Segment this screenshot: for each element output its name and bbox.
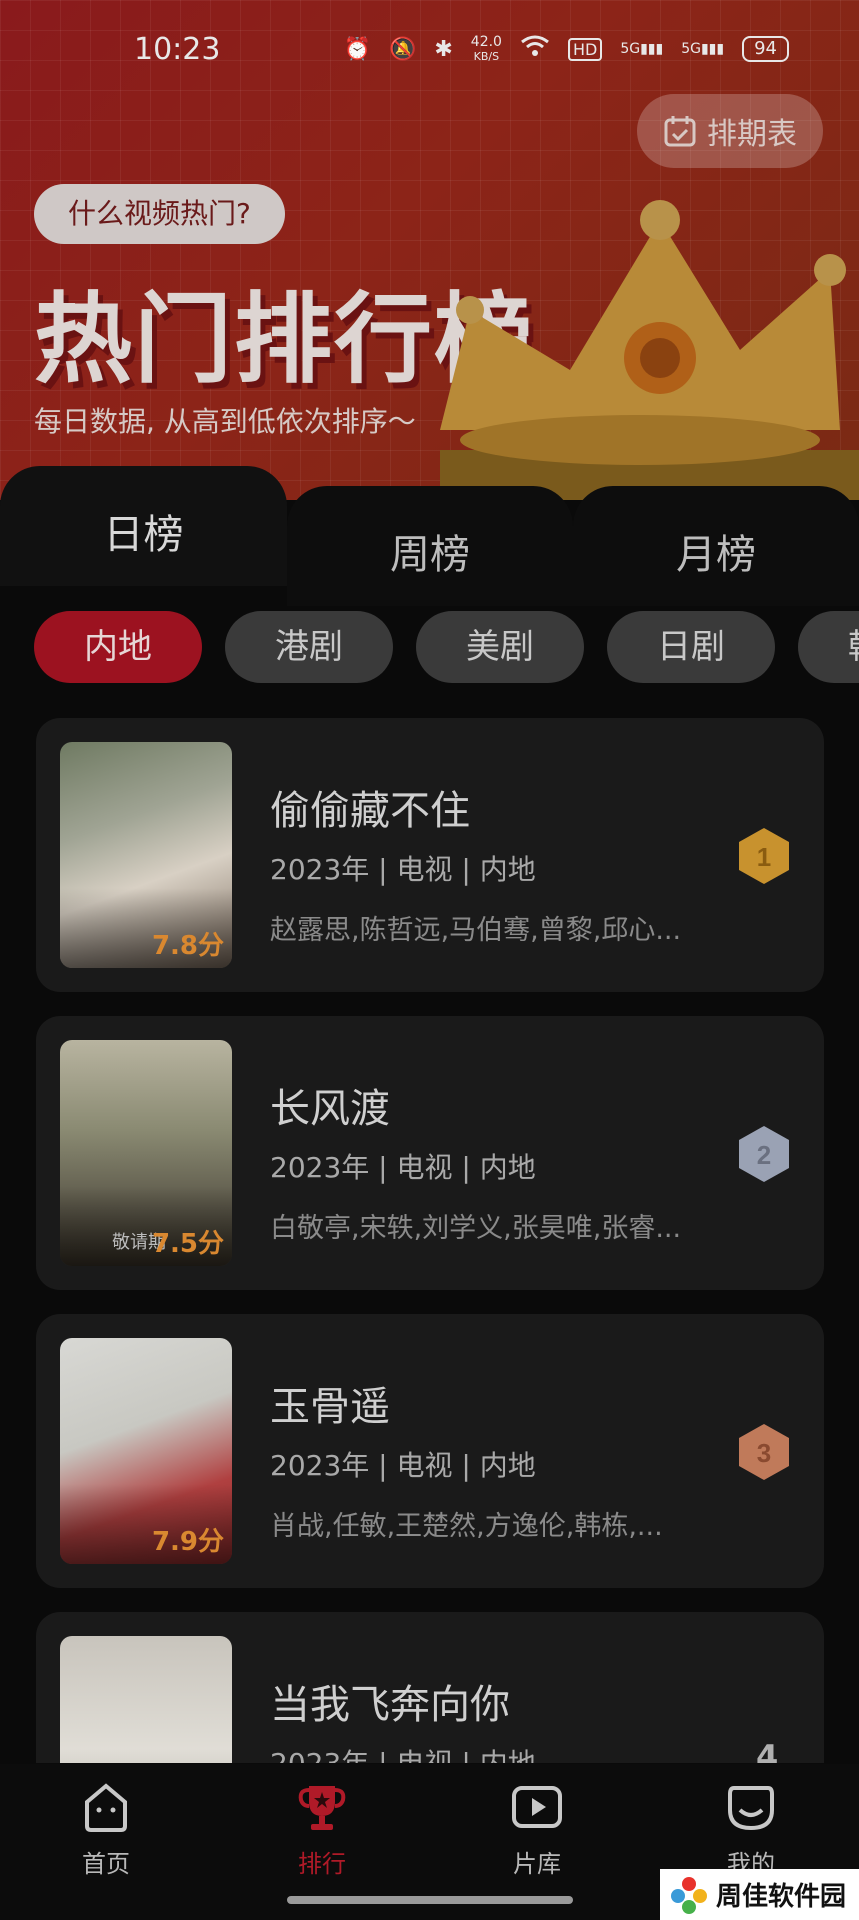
- net-speed: 42.0 KB/S: [471, 35, 502, 64]
- crown-illustration: [440, 200, 859, 500]
- play-icon: [512, 1786, 562, 1828]
- alarm-icon: ⏰: [343, 36, 371, 62]
- status-icons: ⏰ 🔕 ✱ 42.0 KB/S HD 5G▮▮▮ 5G▮▮▮ 94: [344, 34, 789, 64]
- wifi-icon: [520, 34, 550, 64]
- nav-ranking-label: 排行: [298, 1850, 346, 1878]
- show-meta: 2023年 | 电视 | 内地: [270, 853, 536, 886]
- show-meta: 2023年 | 电视 | 内地: [270, 1449, 536, 1482]
- poster-image[interactable]: [60, 1636, 232, 1763]
- rank-number: 4: [756, 1738, 779, 1763]
- signal-2-label: 5G: [681, 41, 701, 57]
- chip-korea[interactable]: 韩剧: [798, 611, 859, 683]
- tab-monthly-label: 月榜: [676, 532, 756, 578]
- calendar-icon: [664, 116, 696, 147]
- nav-library[interactable]: 片库: [477, 1780, 597, 1879]
- svg-text:3: 3: [757, 1438, 771, 1468]
- chip-mainland[interactable]: 内地: [34, 611, 202, 683]
- svg-text:1: 1: [757, 842, 771, 872]
- ranking-card[interactable]: 7.8分 偷偷藏不住 2023年 | 电视 | 内地 赵露思,陈哲远,马伯骞,曾…: [36, 718, 824, 992]
- chip-japan[interactable]: 日剧: [607, 611, 775, 683]
- ranking-card[interactable]: 7.9分 玉骨遥 2023年 | 电视 | 内地 肖战,任敏,王楚然,方逸伦,韩…: [36, 1314, 824, 1588]
- nav-ranking[interactable]: 排行: [262, 1780, 382, 1879]
- poster-image[interactable]: 敬请期 7.5分: [60, 1040, 232, 1266]
- net-speed-unit: KB/S: [473, 49, 500, 63]
- signal-icon: 5G▮▮▮: [620, 41, 664, 57]
- show-meta: 2023年 | 电视 | 内地: [270, 1742, 536, 1763]
- bluetooth-icon: ✱: [434, 36, 453, 62]
- tab-weekly-label: 周榜: [390, 532, 470, 578]
- show-title: 玉骨遥: [270, 1384, 390, 1430]
- mute-icon: 🔕: [388, 36, 417, 62]
- chip-hongkong[interactable]: 港剧: [225, 611, 393, 683]
- home-indicator[interactable]: [287, 1896, 573, 1904]
- smile-icon: [728, 1786, 774, 1831]
- show-cast: 白敬亭,宋轶,刘学义,张昊唯,张睿...: [270, 1213, 682, 1244]
- tab-weekly[interactable]: 周榜: [287, 486, 573, 606]
- tab-daily-label: 日榜: [103, 512, 184, 558]
- ranking-list: 7.8分 偷偷藏不住 2023年 | 电视 | 内地 赵露思,陈哲远,马伯骞,曾…: [36, 718, 824, 1763]
- hd-icon: HD: [567, 37, 603, 61]
- score-label: 7.5分: [151, 1229, 224, 1259]
- bronze-medal-icon: 3: [739, 1424, 789, 1480]
- net-speed-value: 42.0: [470, 33, 502, 50]
- silver-medal-icon: 2: [739, 1126, 789, 1182]
- nav-home[interactable]: 首页: [46, 1780, 166, 1879]
- show-title: 偷偷藏不住: [270, 788, 470, 834]
- schedule-button[interactable]: 排期表: [637, 94, 823, 168]
- status-bar: 10:23 ⏰ 🔕 ✱ 42.0 KB/S HD 5G▮▮▮ 5G▮▮▮ 94: [0, 0, 859, 100]
- nav-home-label: 首页: [82, 1850, 130, 1878]
- signal-1-label: 5G: [620, 41, 641, 57]
- signal-icon-2: 5G▮▮▮: [681, 41, 725, 57]
- show-title: 当我飞奔向你: [270, 1682, 510, 1728]
- schedule-label: 排期表: [707, 117, 797, 152]
- ranking-card[interactable]: 当我飞奔向你 2023年 | 电视 | 内地 4: [36, 1612, 824, 1763]
- site-watermark: 周佳软件园: [660, 1869, 859, 1920]
- home-icon: [85, 1783, 127, 1832]
- poster-image[interactable]: 7.9分: [60, 1338, 232, 1564]
- show-title: 长风渡: [270, 1086, 390, 1132]
- gold-medal-icon: 1: [739, 828, 789, 884]
- poster-image[interactable]: 7.8分: [60, 742, 232, 968]
- hot-question-pill: 什么视频热门?: [34, 184, 285, 244]
- status-time: 10:23: [134, 32, 221, 67]
- tab-monthly[interactable]: 月榜: [573, 486, 859, 606]
- page-subtitle: 每日数据, 从高到低依次排序～: [34, 405, 416, 438]
- show-meta: 2023年 | 电视 | 内地: [270, 1151, 536, 1184]
- watermark-logo-icon: [671, 1876, 707, 1914]
- ranking-card[interactable]: 敬请期 7.5分 长风渡 2023年 | 电视 | 内地 白敬亭,宋轶,刘学义,…: [36, 1016, 824, 1290]
- score-label: 7.9分: [151, 1527, 224, 1557]
- score-label: 7.8分: [151, 931, 224, 961]
- region-filter: 内地港剧美剧日剧韩剧: [34, 611, 859, 683]
- show-cast: 肖战,任敏,王楚然,方逸伦,韩栋,...: [270, 1511, 663, 1542]
- tab-daily[interactable]: 日榜: [0, 466, 287, 586]
- battery-icon: 94: [742, 36, 789, 62]
- chip-us[interactable]: 美剧: [416, 611, 584, 683]
- svg-text:2: 2: [757, 1140, 771, 1170]
- ranking-banner: 10:23 ⏰ 🔕 ✱ 42.0 KB/S HD 5G▮▮▮ 5G▮▮▮ 94 …: [0, 0, 859, 500]
- watermark-text: 周佳软件园: [716, 1882, 847, 1912]
- nav-library-label: 片库: [513, 1850, 561, 1878]
- ranking-period-tabs: 日榜 周榜 月榜: [0, 466, 859, 606]
- show-cast: 赵露思,陈哲远,马伯骞,曾黎,邱心...: [270, 915, 682, 946]
- trophy-icon: [298, 1786, 346, 1830]
- nav-profile[interactable]: 我的: [691, 1780, 811, 1879]
